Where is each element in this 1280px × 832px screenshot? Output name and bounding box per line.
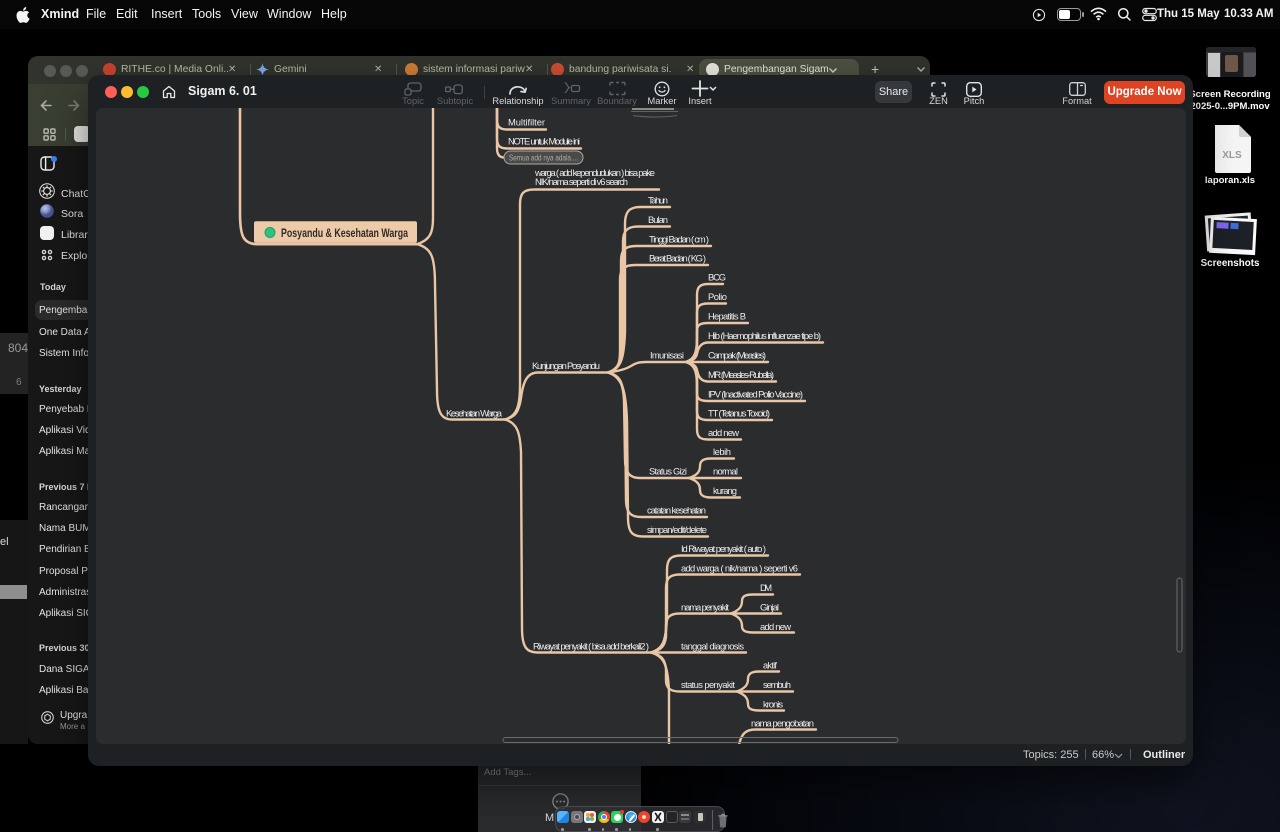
svg-text:Id Riwayat penyakit ( auto ): Id Riwayat penyakit ( auto ): [681, 543, 766, 554]
svg-text:sembuh: sembuh: [763, 679, 791, 690]
svg-text:IPV (Inactivated Polio Vaccine: IPV (Inactivated Polio Vaccine): [708, 389, 803, 400]
svg-text:Hib (Haemophilus influenzae ti: Hib (Haemophilus influenzae tipe b): [708, 330, 821, 341]
svg-text:Bulan: Bulan: [648, 214, 668, 225]
svg-text:nama penyakit: nama penyakit: [681, 602, 729, 613]
svg-text:status penyakit: status penyakit: [681, 679, 735, 690]
svg-text:add warga ( nik/nama ) seperti: add warga ( nik/nama ) seperti v6: [681, 563, 798, 574]
svg-text:Hepatitis B: Hepatitis B: [708, 311, 746, 322]
svg-text:Status Gizi: Status Gizi: [649, 466, 687, 477]
svg-text:kurang: kurang: [713, 485, 737, 496]
svg-text:Kesehatan Warga: Kesehatan Warga: [446, 408, 503, 419]
svg-text:Multifilter: Multifilter: [508, 117, 545, 128]
svg-text:Ginjal: Ginjal: [760, 602, 779, 613]
svg-text:Polio: Polio: [708, 291, 727, 302]
svg-text:aktif: aktif: [763, 660, 777, 671]
svg-text:TT (Tetanus Toxoid): TT (Tetanus Toxoid): [708, 408, 770, 419]
svg-text:Imunisasi: Imunisasi: [650, 350, 684, 361]
svg-text:nama pengobatan: nama pengobatan: [751, 718, 814, 729]
svg-text:Kunjungan Posyandu: Kunjungan Posyandu: [532, 360, 600, 371]
svg-text:lebih: lebih: [713, 446, 731, 457]
svg-text:simpan/edit/delete: simpan/edit/delete: [647, 524, 707, 535]
svg-text:Semua add nya adala....: Semua add nya adala....: [509, 153, 578, 163]
svg-text:add new: add new: [708, 427, 739, 438]
svg-text:DM: DM: [760, 582, 772, 593]
svg-text:Posyandu & Kesehatan Warga: Posyandu & Kesehatan Warga: [281, 226, 408, 240]
svg-text:Tinggi Badan ( cm ): Tinggi Badan ( cm ): [649, 234, 709, 245]
svg-text:Campak (Measles): Campak (Measles): [708, 350, 766, 361]
svg-text:tanggal diagnosis: tanggal diagnosis: [681, 641, 744, 652]
svg-text:NOTE untuk Module ini: NOTE untuk Module ini: [508, 136, 580, 147]
svg-text:MR (Measles-Rubella): MR (Measles-Rubella): [708, 369, 774, 380]
svg-text:Tahun: Tahun: [648, 195, 668, 206]
svg-text:Riwayat penyakit ( bisa add be: Riwayat penyakit ( bisa add berkali2 ): [533, 641, 649, 652]
svg-text:kronis: kronis: [763, 699, 783, 710]
svg-text:catatan kesehatan: catatan kesehatan: [647, 505, 706, 516]
svg-text:add new: add new: [760, 621, 791, 632]
svg-text:Berat Badan ( KG ): Berat Badan ( KG ): [649, 253, 706, 264]
svg-text:normal: normal: [713, 466, 738, 477]
svg-text:NIK/nama seperti di v6 search: NIK/nama seperti di v6 search: [535, 176, 628, 187]
svg-text:BCG: BCG: [708, 272, 726, 283]
svg-text:XLS: XLS: [1222, 150, 1242, 161]
